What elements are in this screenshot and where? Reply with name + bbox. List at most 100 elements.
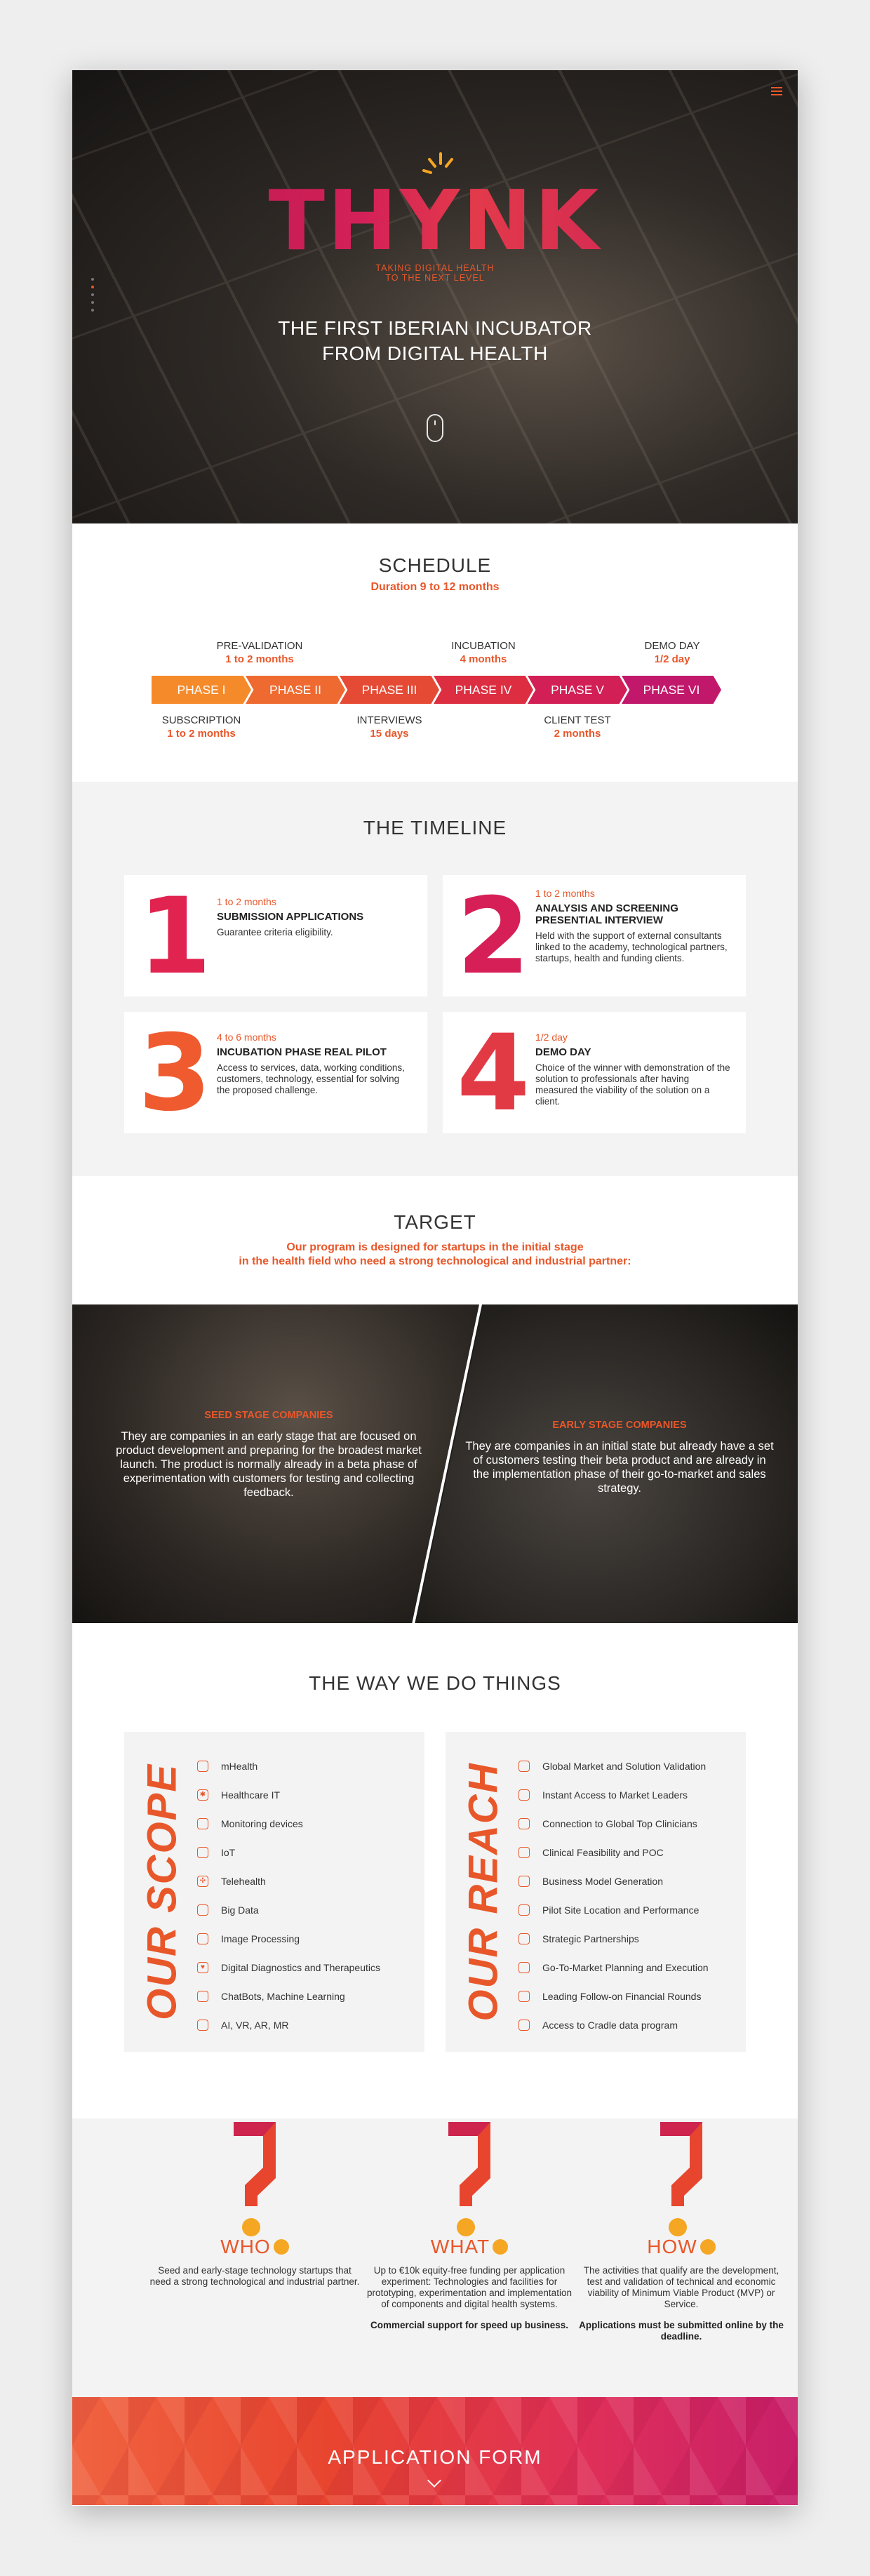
seed-stage-text: They are companies in an early stage tha… (116, 1430, 422, 1499)
who-heading: WHO (149, 2236, 360, 2258)
seed-stage-title: SEED STAGE COMPANIES (204, 1410, 333, 1421)
gear-icon: ✱ (197, 1789, 208, 1801)
way-section: THE WAY WE DO THINGS OUR SCOPE mHealth ✱… (72, 1623, 798, 2118)
slide-dot[interactable] (91, 293, 94, 296)
coins-icon (518, 1990, 530, 2002)
hero-headline: THE FIRST IBERIAN INCUBATOR FROM DIGITAL… (278, 317, 592, 364)
questions-section: WHO Seed and early-stage technology star… (72, 2118, 798, 2397)
logo-rays-icon (422, 152, 453, 174)
list-item: Go-To-Market Planning and Execution (518, 1953, 739, 1982)
reach-list: Global Market and Solution Validation In… (518, 1751, 739, 2039)
phase-2: PHASE II (246, 676, 345, 704)
list-item: ✣ Telehealth (197, 1867, 417, 1895)
step-number-4: 4 (457, 1013, 530, 1135)
heart-icon: ♥ (197, 1961, 208, 1973)
target-section: TARGET Our program is designed for start… (72, 1176, 798, 1304)
list-item: ♥ Digital Diagnostics and Therapeutics (197, 1953, 417, 1982)
phase-3: PHASE III (340, 676, 439, 704)
what-heading: WHAT (364, 2236, 575, 2258)
step-number-2: 2 (457, 876, 530, 998)
phase-4: PHASE IV (434, 676, 533, 704)
who-text: Seed and early-stage technology startups… (149, 2265, 360, 2287)
question-mark-icon (660, 2122, 702, 2236)
schedule-duration: Duration 9 to 12 months (370, 581, 500, 593)
how-note: Applications must be submitted online by… (579, 2320, 784, 2342)
database-icon (197, 1904, 208, 1916)
clipboard-icon (518, 1846, 530, 1858)
early-stage-title: EARLY STAGE COMPANIES (552, 1420, 687, 1431)
list-item: Monitoring devices (197, 1809, 417, 1838)
list-item: Access to Cradle data program (518, 2010, 739, 2039)
slide-dots (91, 278, 95, 316)
phone-icon (197, 1760, 208, 1772)
list-item: Global Market and Solution Validation (518, 1751, 739, 1780)
timeline-card: 1 1 to 2 months SUBMISSION APPLICATIONS … (124, 875, 427, 996)
target-title: TARGET (394, 1211, 476, 1233)
scope-list: mHealth ✱ Healthcare IT Monitoring device… (197, 1751, 417, 2039)
list-item: Big Data (197, 1895, 417, 1924)
question-mark-icon (448, 2122, 490, 2236)
phase-6: PHASE VI (622, 676, 721, 704)
thynk-logo: THYNK TAKING DIGITAL HEALTH TO THE NEXT … (72, 152, 798, 283)
timeline-section: THE TIMELINE 1 1 to 2 months SUBMISSION … (72, 782, 798, 1176)
scope-label: OUR SCOPE (139, 1763, 185, 2021)
timeline-card: 2 1 to 2 months ANALYSIS AND SCREENING P… (443, 875, 746, 996)
list-item: Connection to Global Top Clinicians (518, 1809, 739, 1838)
question-mark-icon (234, 2122, 276, 2236)
early-stage-panel: EARLY STAGE COMPANIES They are companies… (416, 1304, 798, 1623)
scope-box: OUR SCOPE mHealth ✱ Healthcare IT Monitor… (124, 1732, 424, 2052)
list-item: Strategic Partnerships (518, 1924, 739, 1953)
globe-icon (518, 1760, 530, 1772)
slide-dot[interactable] (91, 286, 94, 288)
seed-stage-panel: SEED STAGE COMPANIES They are companies … (72, 1304, 479, 1623)
schedule-title: SCHEDULE (378, 554, 492, 576)
chat-icon (197, 1990, 208, 2002)
network-icon: ✣ (197, 1875, 208, 1887)
location-icon (518, 1904, 530, 1916)
how-heading: HOW (576, 2236, 787, 2258)
briefcase-icon (518, 1875, 530, 1887)
slide-dot[interactable] (91, 309, 94, 312)
how-text: The activities that qualify are the deve… (583, 2265, 779, 2309)
application-form-banner[interactable]: APPLICATION FORM (72, 2397, 798, 2505)
what-text: Up to €10k equity-free funding per appli… (367, 2265, 572, 2309)
chip-icon (197, 1846, 208, 1858)
cloud-icon (518, 2019, 530, 2031)
connection-icon (518, 1817, 530, 1829)
list-item: Business Model Generation (518, 1867, 739, 1895)
slide-dot[interactable] (91, 301, 94, 304)
reach-label: OUR REACH (460, 1762, 507, 2022)
logo-tagline: TAKING DIGITAL HEALTH TO THE NEXT LEVEL (375, 263, 495, 283)
list-item: Instant Access to Market Leaders (518, 1780, 739, 1809)
target-panels: SEED STAGE COMPANIES They are companies … (72, 1304, 798, 1623)
monitor-icon (197, 1817, 208, 1829)
rocket-icon (518, 1961, 530, 1973)
step-number-3: 3 (138, 1013, 212, 1135)
hero-background-photo (72, 70, 798, 523)
who-block: WHO Seed and early-stage technology star… (149, 2118, 360, 2288)
milestone-above: DEMO DAY 1/2 day (644, 640, 700, 665)
list-item: AI, VR, AR, MR (197, 2010, 417, 2039)
what-block: WHAT Up to €10k equity-free funding per … (364, 2118, 575, 2331)
scroll-down-mouse-icon[interactable] (427, 414, 443, 442)
list-item: Pilot Site Location and Performance (518, 1895, 739, 1924)
vr-headset-icon (197, 2019, 208, 2031)
what-note: Commercial support for speed up business… (370, 2320, 569, 2330)
step-number-1: 1 (138, 876, 212, 998)
phase-5: PHASE V (528, 676, 627, 704)
list-item: ChatBots, Machine Learning (197, 1982, 417, 2010)
list-item: ✱ Healthcare IT (197, 1780, 417, 1809)
phase-1: PHASE I (152, 676, 251, 704)
hamburger-menu-icon[interactable] (771, 87, 782, 95)
milestone-below: INTERVIEWS 15 days (356, 714, 422, 740)
logo-wordmark: THYNK (72, 179, 798, 262)
hero-section: THYNK TAKING DIGITAL HEALTH TO THE NEXT … (72, 70, 798, 523)
image-icon (197, 1933, 208, 1944)
reach-box: OUR REACH Global Market and Solution Val… (446, 1732, 746, 2052)
target-subtitle: Our program is designed for startups in … (239, 1241, 631, 1267)
phase-bar: PHASE I PHASE II PHASE III PHASE IV PHAS… (152, 676, 741, 704)
application-form-label[interactable]: APPLICATION FORM (72, 2446, 798, 2469)
early-stage-text: They are companies in an initial state b… (465, 1440, 774, 1495)
how-block: HOW The activities that qualify are the … (576, 2118, 787, 2342)
timeline-card: 3 4 to 6 months INCUBATION PHASE REAL PI… (124, 1012, 427, 1133)
